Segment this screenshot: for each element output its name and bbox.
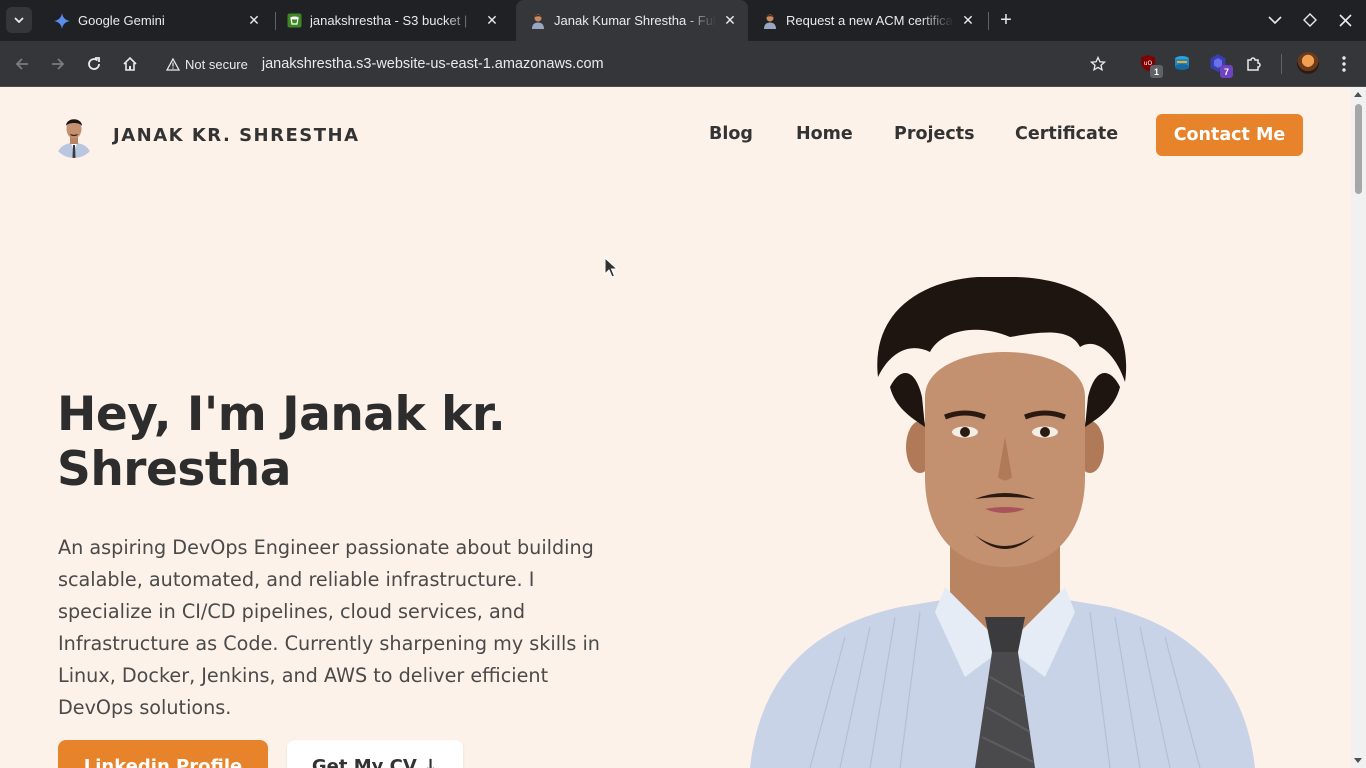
hero-title-line2: Shrestha <box>57 442 291 497</box>
scrollbar-thumb[interactable] <box>1355 104 1362 194</box>
extension-badge: 7 <box>1220 65 1233 78</box>
bookmark-button[interactable] <box>1084 50 1112 78</box>
back-button[interactable] <box>8 50 36 78</box>
page-viewport: JANAK KR. SHRESTHA Blog Home Projects Ce… <box>0 87 1351 768</box>
window-restore-button[interactable] <box>1298 8 1322 32</box>
page-scrollbar[interactable] <box>1351 87 1366 768</box>
forward-button[interactable] <box>44 50 72 78</box>
tab-search-button[interactable] <box>6 7 32 33</box>
tab-title: Janak Kumar Shrestha - Full <box>554 13 716 28</box>
cloud-extension[interactable] <box>1170 51 1194 75</box>
kebab-menu-icon <box>1342 56 1346 72</box>
new-tab-button[interactable]: + <box>994 8 1018 32</box>
close-tab-icon[interactable]: ✕ <box>722 12 738 29</box>
tab-acm-certificate[interactable]: Request a new ACM certifica ✕ <box>748 0 986 41</box>
get-cv-button[interactable]: Get My CV ↓ <box>287 740 463 768</box>
profile-photo-thumbnail <box>52 112 96 158</box>
tab-s3-bucket[interactable]: janakshrestha - S3 bucket | ✕ <box>272 0 510 41</box>
contact-me-button[interactable]: Contact Me <box>1156 114 1303 156</box>
person-avatar-icon <box>762 13 778 29</box>
address-bar[interactable]: Not secure janakshrestha.s3-website-us-e… <box>156 46 1122 82</box>
reload-button[interactable] <box>80 50 108 78</box>
person-avatar-icon <box>530 13 546 29</box>
tab-portfolio[interactable]: Janak Kumar Shrestha - Full ✕ <box>516 0 748 41</box>
tab-separator <box>988 12 989 30</box>
extension-badge: 1 <box>1150 65 1163 78</box>
close-tab-icon[interactable]: ✕ <box>960 12 976 29</box>
tab-google-gemini[interactable]: Google Gemini ✕ <box>40 0 272 41</box>
diamond-icon <box>1303 13 1317 27</box>
close-icon <box>1338 13 1352 27</box>
close-tab-icon[interactable]: ✕ <box>484 12 500 29</box>
site-brand[interactable]: JANAK KR. SHRESTHA <box>113 125 360 146</box>
hero-portrait <box>750 276 1260 768</box>
reload-icon <box>88 57 100 70</box>
nav-blog[interactable]: Blog <box>709 124 753 144</box>
linkedin-profile-button[interactable]: Linkedin Profile <box>58 740 268 768</box>
toolbar-separator <box>1281 54 1282 74</box>
gemini-icon <box>54 12 70 29</box>
hero-title: Hey, I'm Janak kr. Shrestha <box>57 387 617 497</box>
nav-projects[interactable]: Projects <box>894 124 975 144</box>
puzzle-icon <box>1247 57 1261 71</box>
logo-avatar[interactable] <box>52 112 96 158</box>
profile-avatar[interactable] <box>1297 52 1319 74</box>
site-info-button[interactable]: Not secure <box>166 57 248 72</box>
nav-certificate[interactable]: Certificate <box>1015 124 1118 144</box>
tab-title: janakshrestha - S3 bucket | <box>310 13 468 28</box>
arrow-right-icon <box>52 58 65 70</box>
home-button[interactable] <box>116 50 144 78</box>
scroll-down-arrow-icon[interactable] <box>1354 758 1362 763</box>
security-label: Not secure <box>185 56 248 72</box>
extensions-menu-button[interactable] <box>1242 51 1266 75</box>
site-header: JANAK KR. SHRESTHA Blog Home Projects Ce… <box>0 87 1351 183</box>
arrow-left-icon <box>15 58 28 70</box>
home-icon <box>123 56 137 71</box>
hero-title-line1: Hey, I'm Janak kr. <box>57 387 506 442</box>
chevron-down-icon <box>1268 16 1282 24</box>
tab-title: Request a new ACM certifica <box>786 13 953 28</box>
browser-menu-button[interactable] <box>1330 50 1358 78</box>
portrait-photo <box>750 276 1255 768</box>
hero-description: An aspiring DevOps Engineer passionate a… <box>58 536 600 719</box>
plus-icon: + <box>1000 8 1012 31</box>
hexagon-extension[interactable]: 7 <box>1206 51 1233 78</box>
close-tab-icon[interactable]: ✕ <box>246 12 262 29</box>
cloud-stack-icon <box>1175 56 1189 70</box>
star-icon <box>1090 56 1106 72</box>
url-text[interactable]: janakshrestha.s3-website-us-east-1.amazo… <box>262 56 604 72</box>
chevron-down-icon <box>14 17 24 23</box>
mouse-cursor-icon <box>604 257 618 278</box>
nav-home[interactable]: Home <box>796 124 853 144</box>
tab-strip: Google Gemini ✕ janakshrestha - S3 bucke… <box>0 0 1366 41</box>
browser-toolbar: Not secure janakshrestha.s3-website-us-e… <box>0 41 1366 87</box>
warning-icon <box>166 57 180 71</box>
tab-title: Google Gemini <box>78 13 165 28</box>
ublock-extension[interactable]: uO 1 <box>1136 51 1163 78</box>
s3-bucket-icon <box>286 13 302 29</box>
window-close-button[interactable] <box>1333 8 1357 32</box>
scroll-up-arrow-icon[interactable] <box>1354 92 1362 97</box>
tab-list-button[interactable] <box>1263 8 1287 32</box>
